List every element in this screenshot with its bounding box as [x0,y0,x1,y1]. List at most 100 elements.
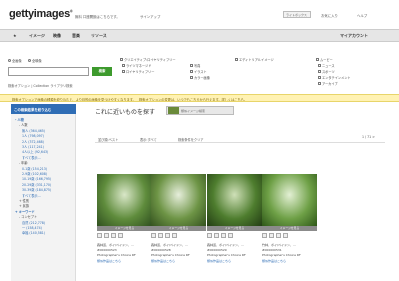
sidebar-section-toggle[interactable]: + 民族 [19,203,29,208]
view-image-bar[interactable]: イメージを見る [97,226,152,231]
sidebar-filter-link[interactable]: 無人 (364,465) [22,128,45,133]
caption-link[interactable]: 類似作品はこちら [262,259,286,263]
sidebar-filter-link[interactable]: すべて表示... [22,155,41,160]
filter-illustration[interactable]: イラスト [190,69,207,74]
radio-all-video[interactable]: 全映像 [28,58,42,63]
radio-icon[interactable] [8,59,11,62]
view-dropdown[interactable]: 表示:すべて [140,137,157,142]
sidebar-section-toggle[interactable]: + キーワード [15,209,35,214]
checkbox-icon[interactable] [190,64,193,67]
lightbox-icon[interactable] [151,233,156,238]
info-icon[interactable] [172,233,177,238]
search-button[interactable]: 検索 [92,67,112,76]
thumbnail-actions [151,233,206,239]
sidebar-filter-link[interactable]: 2人 (372,468) [22,139,44,144]
sidebar-filter-link[interactable]: 10-19歳 (166,795) [22,176,51,181]
checkbox-icon[interactable] [122,70,125,73]
radio-all-images[interactable]: 全画像 [8,58,22,63]
nav-item-account[interactable]: マイアカウント [340,33,368,39]
view-image-bar[interactable]: イメージを見る [151,226,206,231]
filter-royalty-free[interactable]: ロイヤリティフリー [122,69,154,74]
result-thumbnail[interactable] [207,174,262,226]
nav-item-images[interactable]: イメージ [29,33,45,39]
signin-link[interactable]: 無料 口座開設はこちらです。 [75,14,120,19]
sidebar-filter-link[interactable]: すべて表示... [22,193,41,198]
sidebar-section-toggle[interactable]: - 人物 [15,117,24,122]
sort-dropdown[interactable]: 並び順:ベスト [98,137,118,142]
nav-item-resources[interactable]: リソース [91,33,107,39]
info-icon[interactable] [283,233,288,238]
checkbox-icon[interactable] [318,76,321,79]
sidebar-filter-link[interactable]: 30-39歳 (184,875) [22,187,51,192]
checkbox-icon[interactable] [318,82,321,85]
cart-icon[interactable] [214,233,219,238]
sidebar-filter-link[interactable]: 自然 (212,778) [22,220,45,225]
caption-link[interactable]: 類似作品はこちら [207,259,231,263]
filter-movie[interactable]: ムービー [316,57,333,62]
result-thumbnail[interactable] [151,174,206,226]
radio-icon[interactable] [28,59,31,62]
thumbnail-actions [207,233,262,239]
view-image-bar[interactable]: イメージを見る [207,226,262,231]
checkbox-icon[interactable] [190,70,193,73]
filter-photo[interactable]: 写真 [190,63,200,68]
filter-color[interactable]: カラー画像 [190,75,210,80]
filter-news[interactable]: ニュース [318,63,335,68]
search-input[interactable] [8,67,89,76]
checkbox-icon[interactable] [235,58,238,61]
checkbox-icon[interactable] [190,76,193,79]
checkbox-icon[interactable] [318,70,321,73]
filter-archive[interactable]: アーカイブ [318,81,338,86]
caption-link[interactable]: 類似作品はこちら [151,259,175,263]
sidebar-section-toggle[interactable]: - 人数 [19,122,28,127]
favorites-link[interactable]: お気に入り [321,13,338,18]
signup-link[interactable]: サインアップ [140,14,160,19]
sidebar-section-toggle[interactable]: - コンセプト [19,214,37,219]
sidebar-filter-link[interactable]: 2-9歳 (102,608) [22,171,47,176]
sidebar-filter-link[interactable]: 20-29歳 (331,170) [22,182,51,187]
getty-images-logo[interactable]: gettyimages® [9,8,73,20]
sidebar-filter-link[interactable]: 0-1歳 (154,213) [22,166,47,171]
sidebar-filter-link[interactable]: 幸福 (140,581) [22,230,45,235]
filter-rights-managed[interactable]: ライツマネージド [122,63,151,68]
checkbox-icon[interactable] [122,64,125,67]
info-icon[interactable] [228,233,233,238]
download-icon[interactable] [165,233,170,238]
pagination[interactable]: 1 / 71 > [362,135,375,139]
lightbox-icon[interactable] [207,233,212,238]
search-options-link[interactable]: 検索オプション | Collection ライブラリ検索 [8,83,73,88]
filter-creative[interactable]: クリエイティブ:ロイヤリティフリー [120,57,176,62]
filter-sports[interactable]: スポーツ [318,69,335,74]
home-icon[interactable]: ★ [13,33,17,38]
result-thumbnail[interactable] [262,174,317,226]
filter-editorial[interactable]: エディトリアルイメージ [235,57,274,62]
download-icon[interactable] [221,233,226,238]
cart-icon[interactable] [158,233,163,238]
cart-icon[interactable] [104,233,109,238]
sidebar-section-toggle[interactable]: + 性別 [19,198,29,203]
result-thumbnail[interactable] [97,174,152,226]
checkbox-icon[interactable] [120,58,123,61]
help-link[interactable]: ヘルプ [357,13,367,18]
sidebar-filter-link[interactable]: 3人 (117,241) [22,144,44,149]
sidebar-filter-link[interactable]: 4人以上 (92,643) [22,149,48,154]
sidebar-section-toggle[interactable]: - 年齢 [19,160,28,165]
nav-item-video[interactable]: 映像 [53,33,61,39]
download-icon[interactable] [276,233,281,238]
filter-entertainment[interactable]: エンタテインメント [318,75,351,80]
lightbox-icon[interactable] [262,233,267,238]
lightbox-button[interactable]: ライトボックス [283,11,311,18]
view-image-bar[interactable]: イメージを見る [262,226,317,231]
download-icon[interactable] [111,233,116,238]
checkbox-icon[interactable] [318,64,321,67]
clear-filters-link[interactable]: 検索条件をクリア [178,137,204,142]
sidebar-filter-link[interactable]: 一 (158,474) [22,225,42,230]
notice-banner: 検索オプションで画像の種類を絞り込むと、より目的の画像を見つけやすくなります。 … [0,94,399,102]
checkbox-icon[interactable] [316,58,319,61]
cart-icon[interactable] [269,233,274,238]
sidebar-filter-link[interactable]: 1人 (798,097) [22,133,44,138]
info-icon[interactable] [118,233,123,238]
lightbox-icon[interactable] [97,233,102,238]
nav-item-music[interactable]: 音楽 [72,33,80,39]
caption-link[interactable]: 類似作品はこちら [97,259,121,263]
